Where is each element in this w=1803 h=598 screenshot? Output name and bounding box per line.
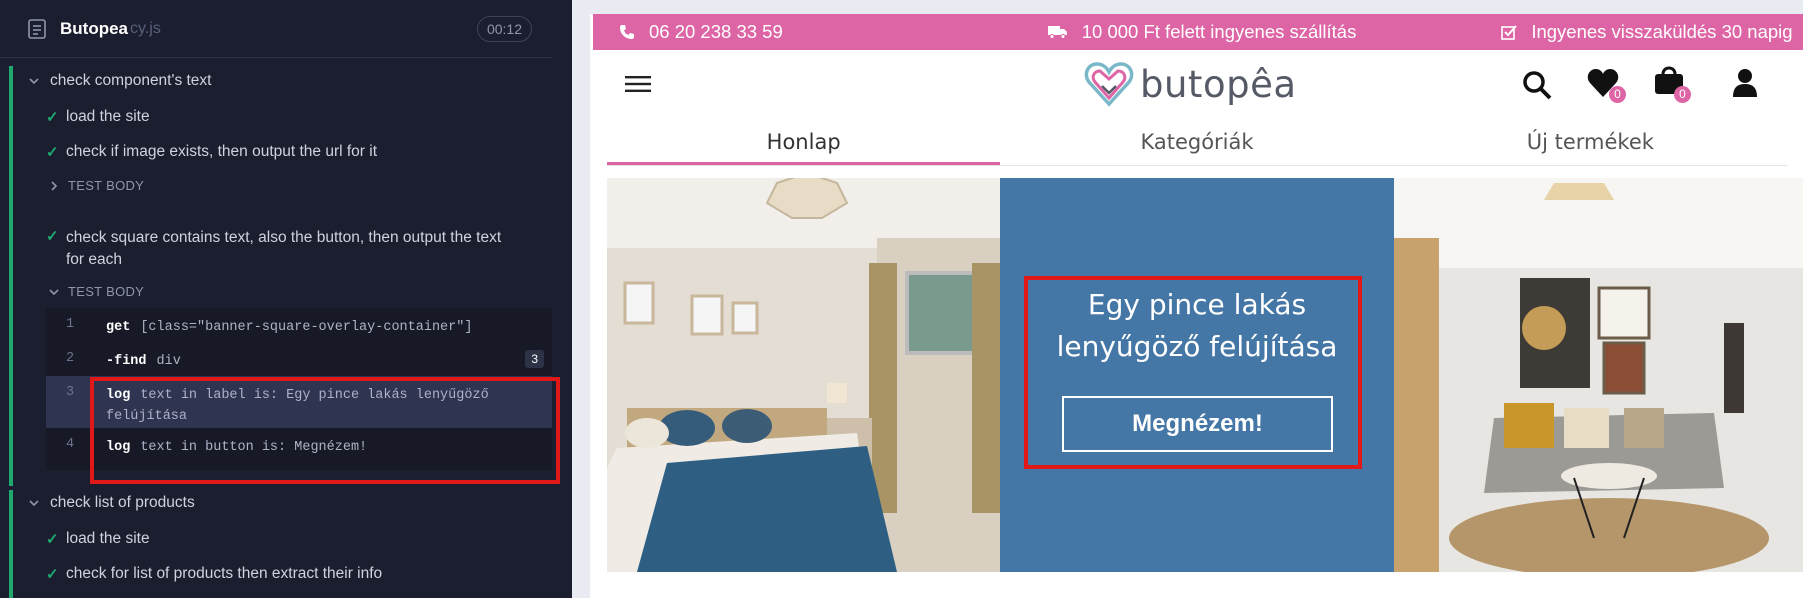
tab-home[interactable]: Honlap (607, 120, 1001, 165)
test-body-toggle-1[interactable]: TEST BODY (48, 178, 608, 193)
logo-text: butopêa (1140, 62, 1297, 106)
site-header: butopêa 0 0 Honlap Kategóriák Új terméke… (607, 50, 1803, 170)
suite-check-component-text[interactable]: check component's text (28, 72, 588, 90)
user-icon[interactable] (1732, 68, 1758, 98)
suite-title: check list of products (50, 494, 195, 511)
suite2-status-bar (9, 490, 13, 598)
test-title: check if image exists, then output the u… (66, 143, 378, 160)
command-arg: div (156, 354, 181, 369)
banner-squares: Egy pince lakás lenyűgöző felújítása Meg… (607, 178, 1803, 574)
panel-divider[interactable] (572, 0, 590, 598)
returns-info: Ingyenes visszaküldés 30 napig (1501, 21, 1793, 43)
spec-extension: cy.js (130, 19, 161, 37)
bedroom-image[interactable] (607, 178, 1000, 572)
test-image-exists[interactable]: ✓ check if image exists, then output the… (46, 143, 606, 161)
suite-check-list-products[interactable]: check list of products (28, 494, 588, 512)
spec-file-icon (28, 18, 46, 39)
suite-status-bar (9, 66, 13, 486)
test-body-label: TEST BODY (68, 178, 145, 193)
chevron-down-icon (49, 288, 59, 295)
check-icon: ✓ (46, 109, 59, 126)
command-number: 3 (65, 385, 75, 400)
command-number: 4 (65, 437, 75, 452)
living-room-image[interactable] (1394, 178, 1803, 572)
shipping-text: 10 000 Ft felett ingyenes szállítás (1081, 21, 1357, 42)
chevron-down-icon (29, 78, 39, 85)
highlight-box (1024, 276, 1362, 469)
truck-icon (1047, 26, 1067, 39)
chevron-right-icon (51, 180, 58, 191)
command-row[interactable]: 1 get [class="banner-square-overlay-conta… (46, 308, 552, 342)
command-number: 1 (65, 317, 75, 332)
command-name: -find (106, 354, 147, 369)
test-square-text[interactable]: ✓ check square contains text, also the b… (46, 227, 606, 271)
run-timer: 00:12 (476, 15, 532, 42)
test-title: check square contains text, also the but… (66, 229, 502, 246)
cart-count-badge: 0 (1674, 86, 1691, 103)
test-title: check for list of products then extract … (66, 565, 383, 582)
main-nav: Honlap Kategóriák Új termékek (607, 120, 1787, 166)
test-body-toggle-2[interactable]: TEST BODY (48, 284, 608, 299)
returns-text: Ingyenes visszaküldés 30 napig (1531, 21, 1793, 42)
test-load-site[interactable]: ✓ load the site (46, 108, 606, 126)
site-logo[interactable]: butopêa (1084, 60, 1297, 108)
chevron-down-icon (29, 500, 39, 507)
cypress-runner-panel: Butopea cy.js 00:12 check component's te… (0, 0, 572, 598)
cart-button[interactable]: 0 (1654, 64, 1694, 104)
tab-new-products[interactable]: Új termékek (1394, 120, 1787, 165)
preview-margin (590, 0, 1803, 14)
test-title-cont: for each (66, 251, 123, 268)
test-title: load the site (66, 530, 150, 547)
suite-title: check component's text (50, 72, 212, 89)
check-icon: ✓ (46, 531, 59, 548)
phone-number: 06 20 238 33 59 (649, 21, 783, 42)
test-load-site-2[interactable]: ✓ load the site (46, 530, 606, 548)
spec-header: Butopea cy.js 00:12 (0, 0, 552, 58)
test-title: load the site (66, 108, 150, 125)
command-name: get (106, 320, 131, 335)
heart-logo-icon (1084, 62, 1134, 107)
wishlist-button[interactable]: 0 (1587, 68, 1627, 104)
check-icon: ✓ (46, 228, 59, 245)
checkbox-icon (1501, 25, 1518, 40)
wishlist-count-badge: 0 (1609, 86, 1626, 103)
search-icon[interactable] (1522, 70, 1552, 100)
command-number: 2 (65, 351, 75, 366)
test-list-products[interactable]: ✓ check for list of products then extrac… (46, 565, 606, 583)
check-icon: ✓ (46, 144, 59, 161)
tab-categories[interactable]: Kategóriák (1000, 120, 1393, 165)
highlight-box (90, 377, 560, 484)
element-count-badge: 3 (525, 350, 544, 368)
check-icon: ✓ (46, 566, 59, 583)
command-arg: [class="banner-square-overlay-container"… (140, 320, 473, 335)
test-body-label: TEST BODY (68, 284, 145, 299)
app-preview: 06 20 238 33 59 10 000 Ft felett ingyene… (590, 0, 1803, 598)
phone-icon (620, 25, 634, 39)
shipping-info: 10 000 Ft felett ingyenes szállítás (1047, 21, 1357, 43)
spec-name: Butopea (60, 18, 128, 38)
command-row[interactable]: 2 -find div 3 (46, 342, 552, 376)
phone-info[interactable]: 06 20 238 33 59 (619, 21, 783, 43)
top-info-bar: 06 20 238 33 59 10 000 Ft felett ingyene… (593, 14, 1803, 50)
hamburger-menu-icon[interactable] (625, 75, 651, 93)
